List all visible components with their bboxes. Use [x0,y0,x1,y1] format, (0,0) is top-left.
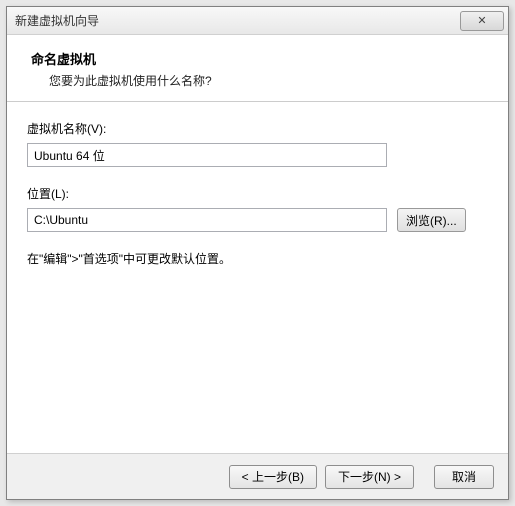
vm-name-label: 虚拟机名称(V): [27,120,488,137]
header-section: 命名虚拟机 您要为此虚拟机使用什么名称? [7,35,508,102]
close-button[interactable]: ✕ [460,11,504,31]
location-row: 浏览(R)... [27,208,488,232]
content-area: 虚拟机名称(V): 位置(L): 浏览(R)... 在"编辑">"首选项"中可更… [7,102,508,285]
window-title: 新建虚拟机向导 [15,12,99,29]
header-title: 命名虚拟机 [31,49,488,68]
next-button[interactable]: 下一步(N) > [325,465,414,489]
titlebar: 新建虚拟机向导 ✕ [7,7,508,35]
hint-text: 在"编辑">"首选项"中可更改默认位置。 [27,250,488,267]
browse-button[interactable]: 浏览(R)... [397,208,466,232]
wizard-dialog: 新建虚拟机向导 ✕ 命名虚拟机 您要为此虚拟机使用什么名称? 虚拟机名称(V):… [6,6,509,500]
vm-name-input[interactable] [27,143,387,167]
back-button[interactable]: < 上一步(B) [229,465,317,489]
vm-name-group: 虚拟机名称(V): [27,120,488,167]
location-group: 位置(L): 浏览(R)... [27,185,488,232]
location-input[interactable] [27,208,387,232]
close-icon: ✕ [477,14,486,27]
footer: < 上一步(B) 下一步(N) > 取消 [7,453,508,499]
header-subtitle: 您要为此虚拟机使用什么名称? [31,72,488,89]
location-label: 位置(L): [27,185,488,202]
cancel-button[interactable]: 取消 [434,465,494,489]
